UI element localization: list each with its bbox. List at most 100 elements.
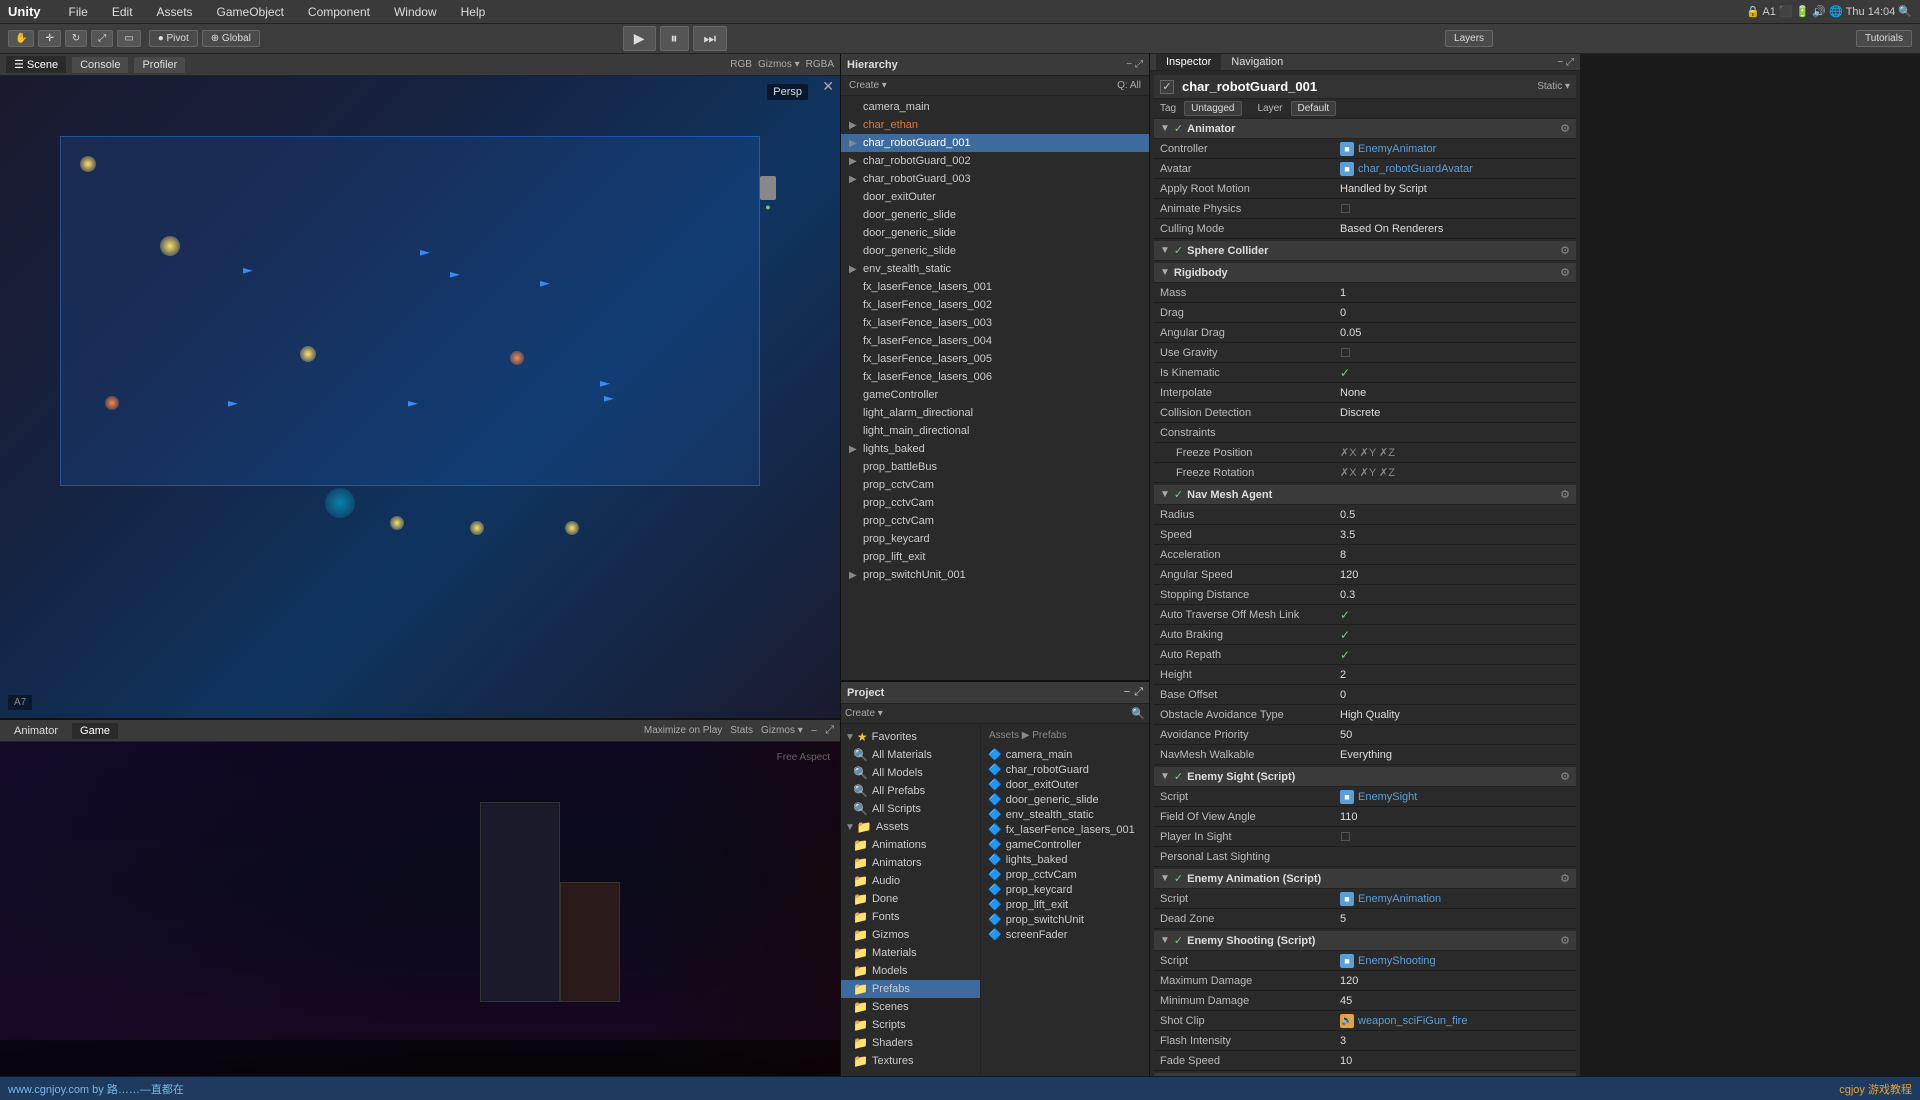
project-audio[interactable]: 📁 Audio xyxy=(841,872,980,890)
object-name[interactable]: char_robotGuard_001 xyxy=(1182,79,1317,94)
project-done[interactable]: 📁 Done xyxy=(841,890,980,908)
menu-component[interactable]: Component xyxy=(304,3,374,21)
tab-game[interactable]: Game xyxy=(72,723,118,739)
navmesh-walkable-value[interactable]: Everything xyxy=(1340,749,1570,761)
hier-char-robot-001[interactable]: ▶char_robotGuard_001 xyxy=(841,134,1149,152)
interpolate-value[interactable]: None xyxy=(1340,387,1570,399)
asset-door-slide[interactable]: 🔷door_generic_slide xyxy=(985,792,1145,807)
inspector-minimize[interactable]: − xyxy=(1557,57,1563,68)
player-in-sight-check[interactable]: ☐ xyxy=(1340,830,1351,844)
tab-profiler[interactable]: Profiler xyxy=(134,57,185,73)
toolbar-pivot-button[interactable]: ● Pivot xyxy=(149,30,198,47)
is-kinematic-check[interactable]: ✓ xyxy=(1340,366,1350,380)
project-scripts[interactable]: 📁 Scripts xyxy=(841,1016,980,1034)
asset-prop-lift[interactable]: 🔷prop_lift_exit xyxy=(985,897,1145,912)
mass-value[interactable]: 1 xyxy=(1340,287,1570,299)
project-search-icon[interactable]: 🔍 xyxy=(1131,707,1145,720)
project-shaders[interactable]: 📁 Shaders xyxy=(841,1034,980,1052)
acceleration-value[interactable]: 8 xyxy=(1340,549,1570,561)
menu-edit[interactable]: Edit xyxy=(108,3,137,21)
animator-settings-icon[interactable]: ⚙ xyxy=(1560,122,1570,135)
hierarchy-search-btn[interactable]: Q: All xyxy=(1113,79,1145,92)
game-maximize[interactable]: Maximize on Play xyxy=(644,725,722,736)
fov-value[interactable]: 110 xyxy=(1340,811,1570,823)
hierarchy-create-btn[interactable]: Create ▾ xyxy=(845,79,891,92)
scene-rgb-toggle[interactable]: RGB xyxy=(730,59,752,70)
hier-door-generic-3[interactable]: door_generic_slide xyxy=(841,242,1149,260)
hier-door-exit[interactable]: door_exitOuter xyxy=(841,188,1149,206)
toolbar-scale-tool[interactable]: ⤢ xyxy=(91,30,113,47)
culling-value[interactable]: Based On Renderers xyxy=(1340,223,1570,235)
hierarchy-minimize[interactable]: − xyxy=(1126,59,1132,70)
toolbar-rotate-tool[interactable]: ↻ xyxy=(65,30,87,47)
scene-canvas[interactable]: Persp ✕ ● xyxy=(0,76,840,718)
menu-assets[interactable]: Assets xyxy=(153,3,197,21)
auto-repath-check[interactable]: ✓ xyxy=(1340,648,1350,662)
scene-view[interactable]: ☰ Scene Console Profiler RGB Gizmos ▾ RG… xyxy=(0,54,840,720)
hier-camera-main[interactable]: camera_main xyxy=(841,98,1149,116)
project-create-btn[interactable]: Create ▾ xyxy=(845,708,883,719)
hier-fx-laser-004[interactable]: fx_laserFence_lasers_004 xyxy=(841,332,1149,350)
toolbar-pause-button[interactable]: ⏸ xyxy=(660,26,689,51)
scene-maximize-icon[interactable]: ⤢ xyxy=(825,724,834,737)
animate-physics-check[interactable]: ☐ xyxy=(1340,202,1351,216)
scene-close-icon[interactable]: ✕ xyxy=(822,78,834,95)
dead-zone-value[interactable]: 5 xyxy=(1340,913,1570,925)
navmesh-settings-icon[interactable]: ⚙ xyxy=(1560,488,1570,501)
asset-prop-key[interactable]: 🔷prop_keycard xyxy=(985,882,1145,897)
hier-prop-battlebus[interactable]: prop_battleBus xyxy=(841,458,1149,476)
project-assets-root[interactable]: ▼ 📁 Assets xyxy=(841,818,980,836)
object-active-checkbox[interactable]: ✓ xyxy=(1160,80,1174,94)
asset-char-robot[interactable]: 🔷char_robotGuard xyxy=(985,762,1145,777)
tab-console[interactable]: Console xyxy=(72,57,128,73)
hier-env-stealth[interactable]: ▶env_stealth_static xyxy=(841,260,1149,278)
auto-braking-check[interactable]: ✓ xyxy=(1340,628,1350,642)
hier-prop-lift[interactable]: prop_lift_exit xyxy=(841,548,1149,566)
asset-game-ctrl[interactable]: 🔷gameController xyxy=(985,837,1145,852)
fade-speed-value[interactable]: 10 xyxy=(1340,1055,1570,1067)
enemy-shoot-script-value[interactable]: ■ EnemyShooting xyxy=(1340,954,1570,968)
controller-value[interactable]: ■ EnemyAnimator xyxy=(1340,142,1570,156)
hier-prop-cctv-1[interactable]: prop_cctvCam xyxy=(841,476,1149,494)
enemy-sight-header[interactable]: ▼ ✓ Enemy Sight (Script) ⚙ xyxy=(1154,767,1576,787)
project-prefabs[interactable]: 📁 Prefabs xyxy=(841,980,980,998)
stopping-distance-value[interactable]: 0.3 xyxy=(1340,589,1570,601)
project-models[interactable]: 📁 Models xyxy=(841,962,980,980)
rigidbody-settings-icon[interactable]: ⚙ xyxy=(1560,266,1570,279)
hier-light-alarm[interactable]: light_alarm_directional xyxy=(841,404,1149,422)
project-animations[interactable]: 📁 Animations xyxy=(841,836,980,854)
project-textures[interactable]: 📁 Textures xyxy=(841,1052,980,1070)
menu-gameobject[interactable]: GameObject xyxy=(213,3,288,21)
angular-speed-value[interactable]: 120 xyxy=(1340,569,1570,581)
hier-char-robot-002[interactable]: ▶char_robotGuard_002 xyxy=(841,152,1149,170)
height-value[interactable]: 2 xyxy=(1340,669,1570,681)
radius-value[interactable]: 0.5 xyxy=(1340,509,1570,521)
tag-value[interactable]: Untagged xyxy=(1184,101,1241,116)
project-scenes[interactable]: 📁 Scenes xyxy=(841,998,980,1016)
max-damage-value[interactable]: 120 xyxy=(1340,975,1570,987)
toolbar-play-button[interactable]: ▶ xyxy=(623,26,656,51)
tab-animator[interactable]: Animator xyxy=(6,723,66,739)
project-gizmos[interactable]: 📁 Gizmos xyxy=(841,926,980,944)
tab-navigation[interactable]: Navigation xyxy=(1221,54,1293,70)
hier-prop-switch[interactable]: ▶prop_switchUnit_001 xyxy=(841,566,1149,584)
enemy-anim-settings-icon[interactable]: ⚙ xyxy=(1560,872,1570,885)
asset-prop-switch[interactable]: 🔷prop_switchUnit xyxy=(985,912,1145,927)
sphere-settings-icon[interactable]: ⚙ xyxy=(1560,244,1570,257)
animator-header[interactable]: ▼ ✓ Animator ⚙ xyxy=(1154,119,1576,139)
avatar-value[interactable]: ■ char_robotGuardAvatar xyxy=(1340,162,1570,176)
sphere-collider-header[interactable]: ▼ ✓ Sphere Collider ⚙ xyxy=(1154,241,1576,261)
drag-value[interactable]: 0 xyxy=(1340,307,1570,319)
hier-lights-baked[interactable]: ▶lights_baked xyxy=(841,440,1149,458)
hier-char-ethan[interactable]: ▶char_ethan xyxy=(841,116,1149,134)
hierarchy-list[interactable]: camera_main ▶char_ethan ▶char_robotGuard… xyxy=(841,96,1149,680)
collision-detection-value[interactable]: Discrete xyxy=(1340,407,1570,419)
project-all-prefabs[interactable]: 🔍 All Prefabs xyxy=(841,782,980,800)
hier-light-main[interactable]: light_main_directional xyxy=(841,422,1149,440)
menu-window[interactable]: Window xyxy=(390,3,441,21)
tab-inspector[interactable]: Inspector xyxy=(1156,54,1221,70)
project-fonts[interactable]: 📁 Fonts xyxy=(841,908,980,926)
inspector-maximize[interactable]: ⤢ xyxy=(1566,57,1574,68)
toolbar-hand-tool[interactable]: ✋ xyxy=(8,30,34,47)
hier-door-generic-2[interactable]: door_generic_slide xyxy=(841,224,1149,242)
